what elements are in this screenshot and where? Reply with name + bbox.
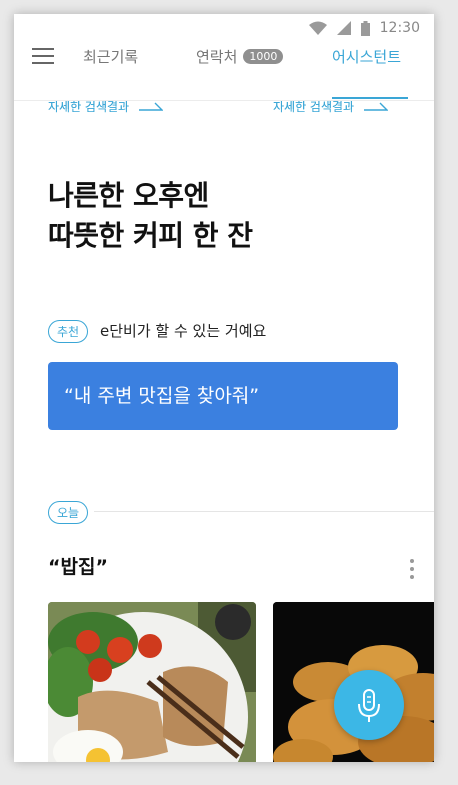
section-title: “밥집”	[48, 556, 108, 578]
recommend-text: e단비가 할 수 있는 거예요	[100, 322, 267, 340]
active-tab-indicator	[332, 97, 408, 99]
recommend-chip: 추천	[48, 320, 89, 343]
section-divider	[94, 511, 434, 512]
wifi-icon	[308, 21, 327, 35]
signal-icon	[336, 21, 351, 35]
restaurant-card-image[interactable]	[48, 602, 256, 762]
suggestion-button[interactable]: “내 주변 맛집을 찾아줘”	[48, 362, 398, 430]
status-time: 12:30	[379, 20, 420, 36]
device-frame: 12:30 최근기록 연락처1000 어시스턴트 자세한 검색결과 자세한 검색…	[14, 14, 434, 762]
more-vert-icon[interactable]	[410, 559, 414, 579]
tab-recent-label[interactable]: 최근기록	[83, 46, 138, 67]
tab-contacts-label[interactable]: 연락처 1000	[196, 46, 284, 67]
mic-button[interactable]	[334, 670, 404, 740]
headline: 나른한 오후엔 따뜻한 커피 한 잔	[48, 179, 253, 252]
status-bar: 12:30	[14, 14, 434, 44]
tab-assistant-label[interactable]: 어시스턴트	[332, 46, 401, 67]
detail-link-right-peek[interactable]: 자세한 검색결과	[273, 101, 413, 109]
menu-icon[interactable]	[32, 48, 54, 64]
today-chip: 오늘	[48, 501, 89, 524]
battery-icon	[360, 20, 370, 36]
mic-icon	[358, 689, 380, 722]
food-photo-breakfast	[48, 602, 256, 762]
contacts-count-badge: 1000	[243, 49, 284, 64]
detail-link-left-peek[interactable]: 자세한 검색결과	[48, 101, 168, 109]
